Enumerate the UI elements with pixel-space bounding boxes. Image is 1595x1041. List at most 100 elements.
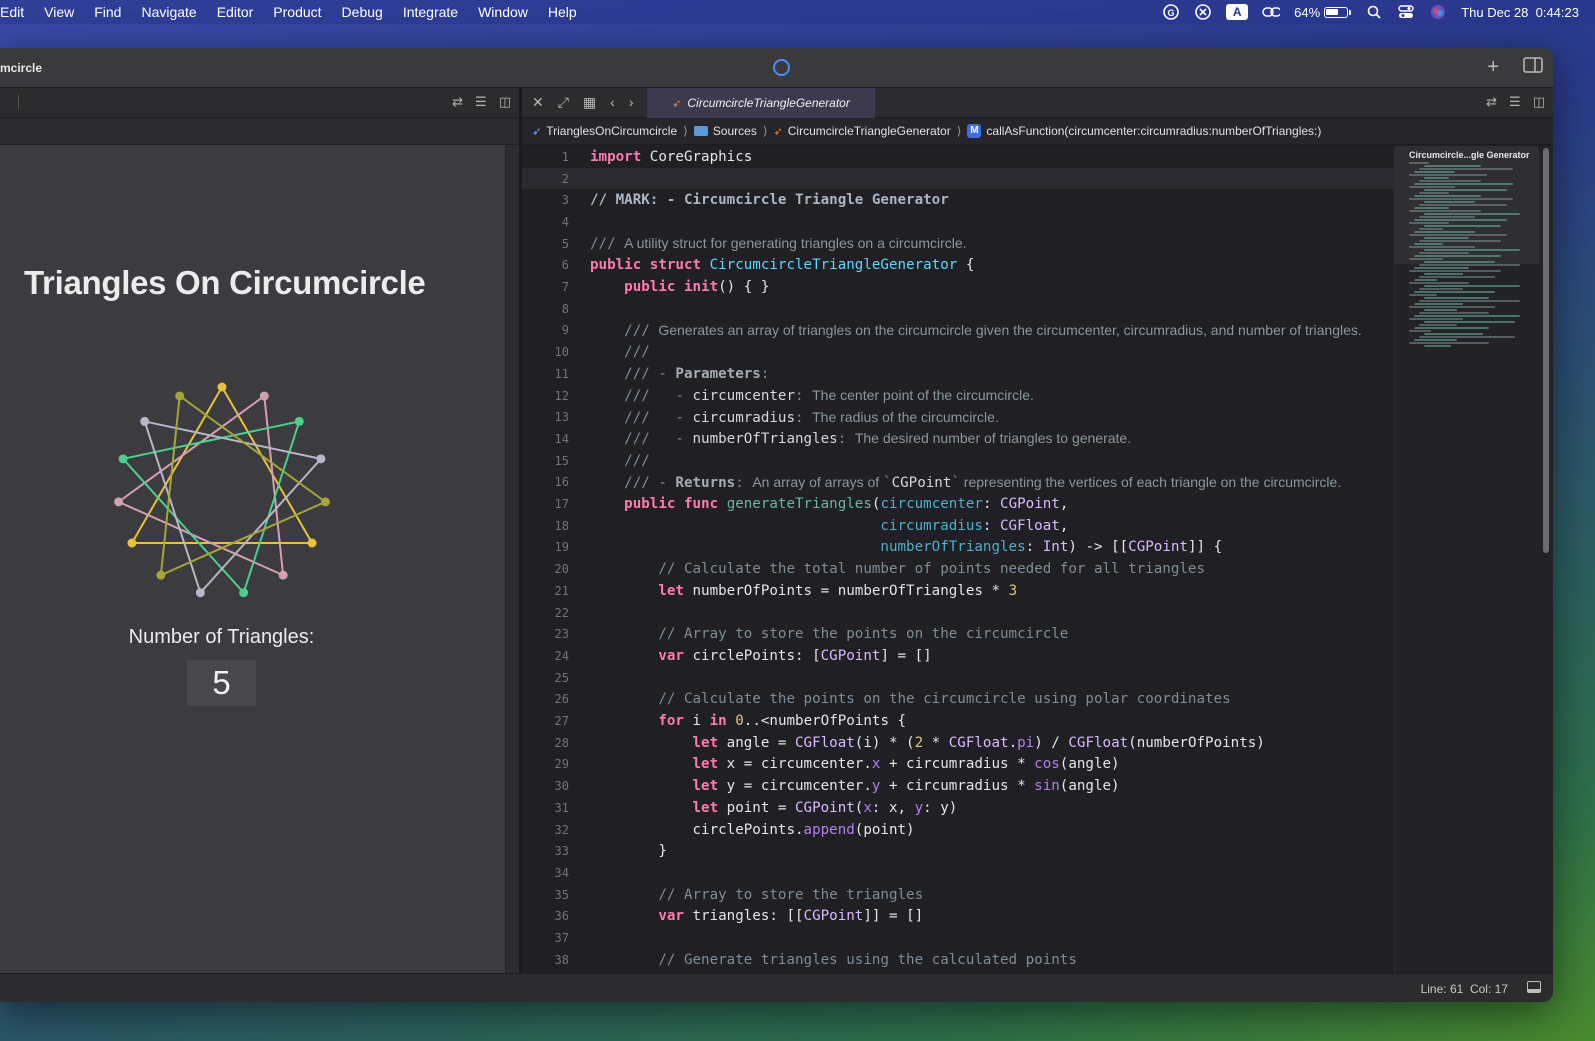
split-editor-icon[interactable]: ◫ (1533, 94, 1545, 110)
breadcrumb-file[interactable]: ➶ CircumcircleTriangleGenerator (774, 124, 951, 138)
menu-product[interactable]: Product (263, 0, 331, 24)
breadcrumb: ➶ TrianglesOnCircumcircle ⟩ Sources ⟩ ➶ … (522, 118, 1553, 145)
minimap-line (1409, 306, 1495, 308)
input-source-icon[interactable]: A (1226, 4, 1249, 20)
menu-find[interactable]: Find (84, 0, 131, 24)
minimap-line (1424, 261, 1495, 263)
minimap-line (1409, 294, 1437, 296)
adjust-editor-icon[interactable]: ☰ (475, 94, 487, 110)
inspector-toggle-icon[interactable] (1523, 56, 1543, 79)
split-editor-icon[interactable]: ◫ (499, 94, 511, 110)
preview-toolbar: ⇄ ☰ ◫ (0, 88, 519, 118)
menu-debug[interactable]: Debug (332, 0, 393, 24)
scrollbar-thumb[interactable] (1543, 148, 1549, 553)
menu-navigate[interactable]: Navigate (131, 0, 206, 24)
vertex-dot (259, 391, 269, 401)
grid-icon[interactable]: ▦ (583, 94, 596, 111)
code-line: 19 numberOfTriangles: Int) -> [[CGPoint]… (554, 539, 1223, 556)
vertex-dot (278, 570, 288, 580)
preview-title: Triangles On Circumcircle (24, 264, 426, 301)
control-center-icon[interactable] (1397, 4, 1415, 20)
menu-edit[interactable]: Edit (0, 0, 34, 24)
xcode-window: mcircle + ⇄ ☰ ◫ Triangles On Circumcircl… (0, 48, 1553, 1002)
code-line: 9 /// Generates an array of triangles on… (561, 321, 1362, 339)
code-line: 25 (554, 670, 569, 685)
minimap-line (1414, 255, 1501, 257)
code-line: 31 let point = CGPoint(x: x, y: y) (554, 799, 958, 816)
tab-circumcircle-generator[interactable]: ➶ CircumcircleTriangleGenerator (647, 88, 875, 118)
link-icon[interactable] (1262, 4, 1281, 20)
window-title: mcircle (0, 60, 43, 75)
code-line: 1 import CoreGraphics (561, 148, 753, 165)
back-icon[interactable]: ‹ (610, 94, 615, 111)
add-icon[interactable]: + (1487, 56, 1499, 79)
menu-help[interactable]: Help (538, 0, 587, 24)
minimap-line (1424, 345, 1451, 347)
code-line: 7 public init() { } (561, 279, 770, 296)
minimap-line (1424, 249, 1520, 251)
clock[interactable]: Thu Dec 28 0:44:23 (1461, 5, 1579, 20)
breadcrumb-project[interactable]: ➶ TrianglesOnCircumcircle (532, 124, 677, 138)
status-bar: Line: 61 Col: 17 (0, 973, 1553, 1002)
minimap-line (1419, 276, 1495, 278)
code-line: 34 (554, 865, 569, 880)
triangle-shape (143, 420, 323, 595)
code-line: 4 (561, 214, 569, 229)
minimap-line (1424, 285, 1520, 287)
minimap[interactable]: Circumcircle...gle Generator (1394, 146, 1540, 973)
code-line: 36 var triangles: [[CGPoint]] = [] (554, 908, 924, 925)
minimap-line (1409, 174, 1487, 176)
vertex-dot (239, 588, 249, 598)
vertex-dot (316, 454, 326, 464)
breadcrumb-folder[interactable]: Sources (693, 124, 757, 138)
adjust-editor-icon[interactable]: ☰ (1509, 94, 1521, 110)
minimap-line (1419, 216, 1475, 218)
swap-icon[interactable]: ⇄ (452, 94, 463, 110)
preview-subbar (0, 118, 519, 145)
swap-icon[interactable]: ⇄ (1486, 94, 1497, 110)
breadcrumb-symbol[interactable]: M callAsFunction(circumcenter:circumradi… (967, 124, 1321, 138)
minimap-line (1424, 309, 1457, 311)
search-icon[interactable] (1365, 4, 1383, 20)
minimap-line (1419, 228, 1443, 230)
minimap-line (1424, 297, 1489, 299)
menu-integrate[interactable]: Integrate (393, 0, 468, 24)
battery-indicator[interactable]: 64% (1294, 5, 1352, 20)
close-circle-icon[interactable] (1194, 4, 1212, 20)
code-area[interactable]: 1 import CoreGraphics 2 3// MARK: - Circu… (522, 146, 1394, 973)
forward-icon[interactable]: › (629, 94, 634, 111)
minimap-line (1409, 342, 1489, 344)
triangles-count-field[interactable]: 5 (187, 660, 256, 706)
grammarly-icon[interactable]: G (1162, 4, 1180, 20)
menu-editor[interactable]: Editor (207, 0, 264, 24)
code-line: 11 /// - Parameters: (554, 365, 770, 382)
chevron-right-icon: ⟩ (956, 124, 962, 138)
triangles-drawing (114, 382, 330, 598)
close-icon[interactable]: ✕ (532, 94, 544, 111)
menu-view[interactable]: View (34, 0, 84, 24)
minimap-line (1409, 222, 1449, 224)
code-line: 37 (554, 931, 569, 946)
vertex-dot (156, 570, 166, 580)
code-line: 10 /// (554, 344, 650, 361)
minimap-line (1419, 240, 1501, 242)
menu-window[interactable]: Window (468, 0, 538, 24)
editor-scrollbar[interactable] (1539, 146, 1553, 973)
vertex-dot (307, 538, 317, 548)
minimap-line (1409, 198, 1513, 200)
cursor-position: Line: 61 Col: 17 (1420, 982, 1508, 996)
preview-scrollbar[interactable] (505, 145, 519, 973)
code-line: 15 /// (554, 452, 650, 469)
code-line: 17 public func generateTriangles(circumc… (554, 496, 1069, 513)
debug-area-toggle-icon[interactable] (1527, 981, 1541, 993)
minimap-line (1414, 171, 1455, 173)
minimap-line (1424, 165, 1481, 167)
vertex-dot (114, 497, 124, 507)
expand-icon[interactable]: ⤢ (558, 94, 569, 111)
siri-icon[interactable] (1429, 4, 1447, 20)
minimap-line (1409, 258, 1443, 260)
minimap-line (1409, 330, 1431, 332)
minimap-line (1414, 219, 1507, 221)
minimap-line (1414, 267, 1469, 269)
minimap-title: Circumcircle...gle Generator (1409, 150, 1530, 160)
